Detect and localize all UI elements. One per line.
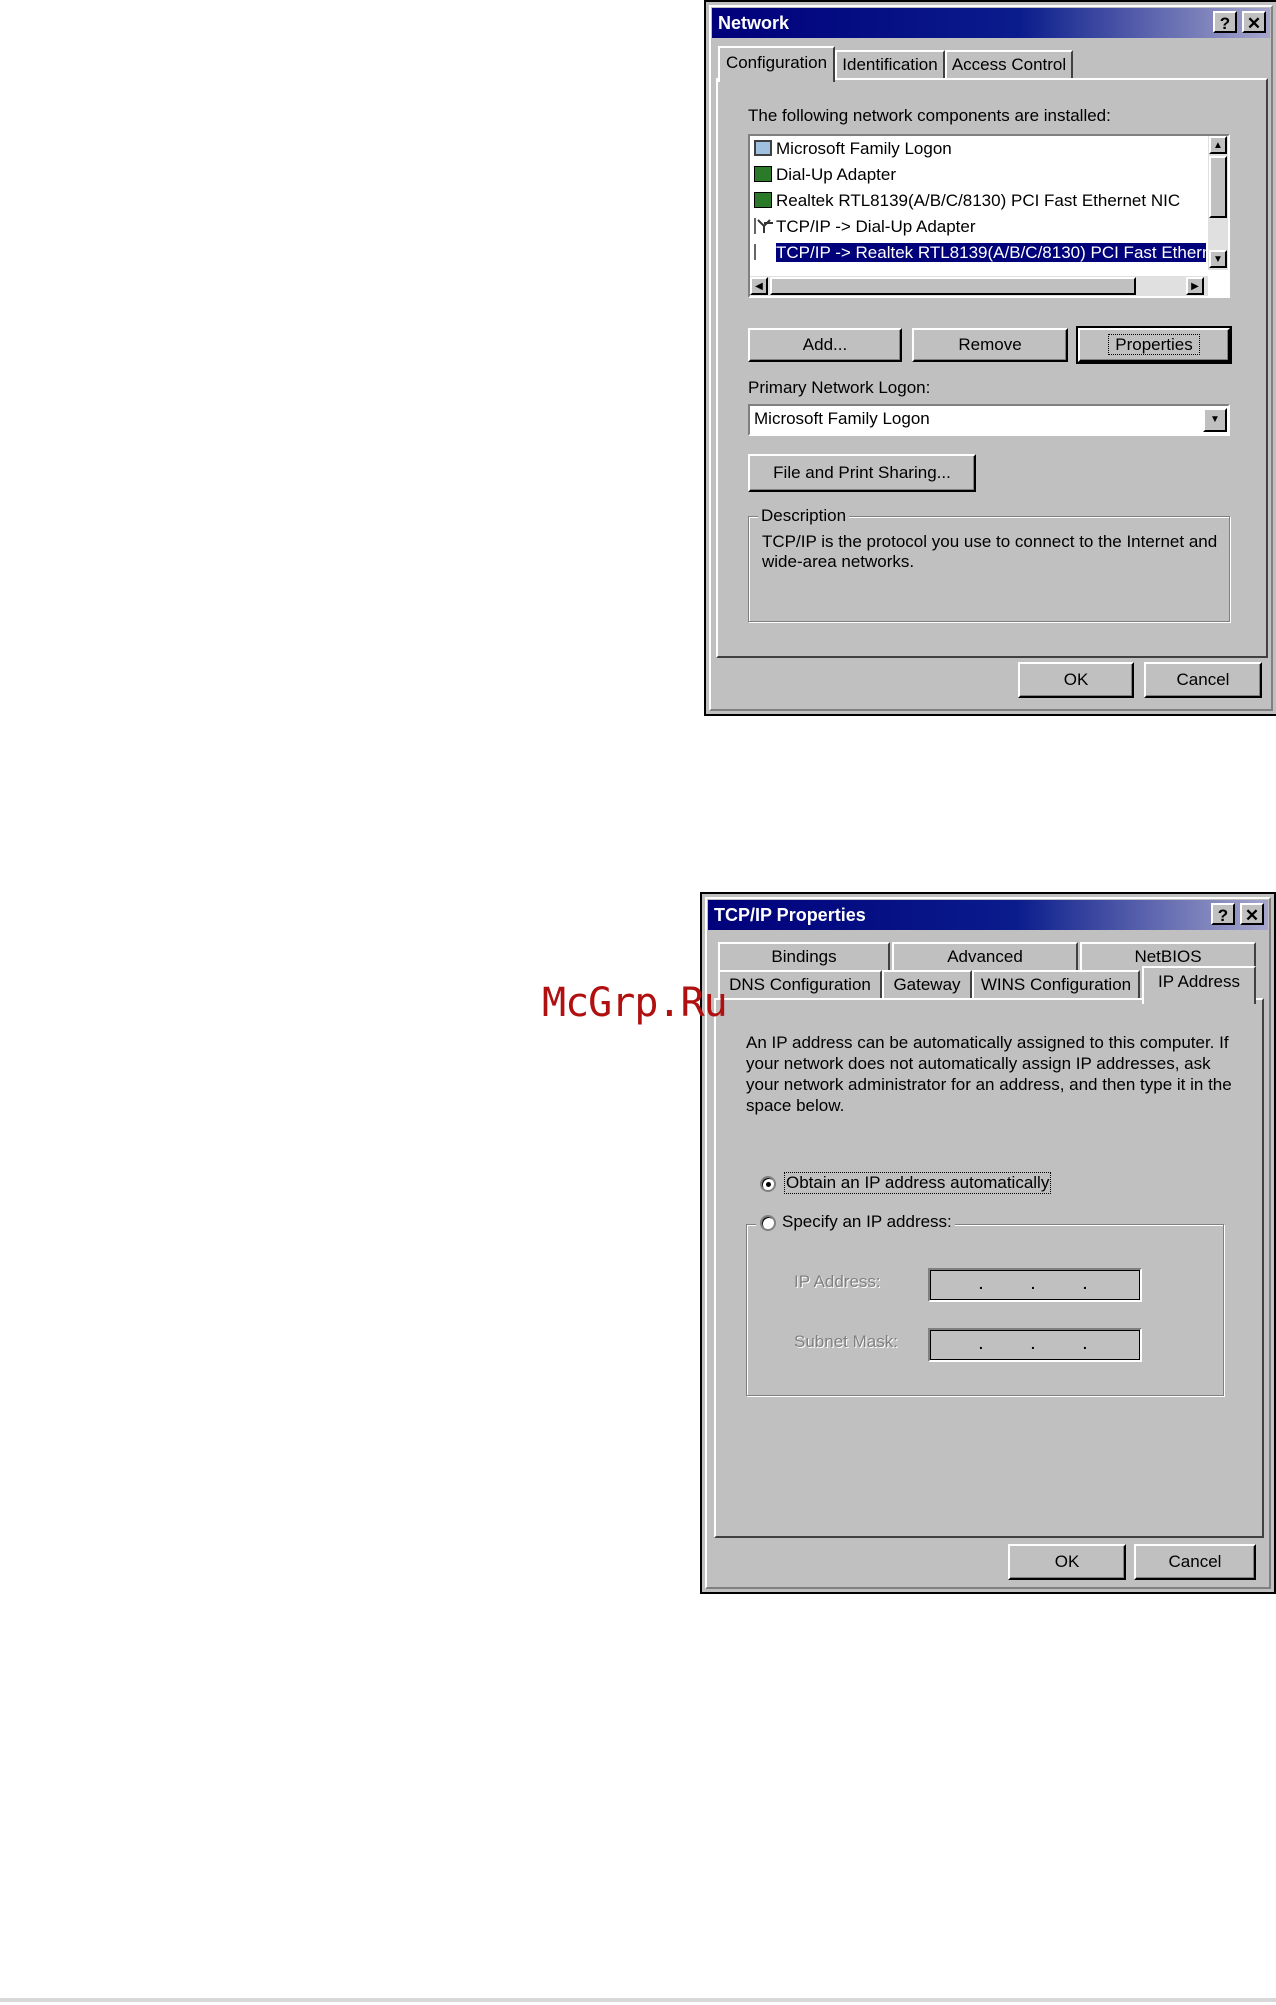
specify-ip-group [746,1224,1224,1396]
description-text: TCP/IP is the protocol you use to connec… [762,532,1218,571]
tab-dns-configuration[interactable]: DNS Configuration [718,970,882,998]
list-item[interactable]: Dial-Up Adapter [752,164,1226,185]
chevron-down-icon[interactable]: ▼ [1203,408,1227,432]
file-print-sharing-button[interactable]: File and Print Sharing... [748,454,976,492]
network-card-icon [754,192,772,208]
add-button[interactable]: Add... [748,328,902,362]
ok-button[interactable]: OK [1018,662,1134,698]
specify-ip-radio[interactable] [760,1215,776,1231]
page-bottom-rule [0,1998,1276,2002]
horizontal-scrollbar[interactable]: ◀ ▶ [750,276,1208,296]
obtain-auto-radio[interactable] [760,1176,776,1192]
scroll-right-icon[interactable]: ▶ [1186,277,1204,295]
subnet-mask-label: Subnet Mask: [794,1332,898,1351]
tcpip-properties-dialog: TCP/IP Properties ? ✕ Bindings Advanced … [700,892,1276,1594]
ok-button[interactable]: OK [1008,1544,1126,1580]
properties-button[interactable]: Properties [1076,326,1232,364]
tab-identification[interactable]: Identification [835,50,945,78]
window-title: Network [718,13,790,33]
tab-ip-address[interactable]: IP Address [1142,966,1256,1004]
cancel-button[interactable]: Cancel [1134,1544,1256,1580]
close-button[interactable]: ✕ [1242,11,1266,33]
ip-address-field: . . . [928,1268,1142,1302]
tab-advanced[interactable]: Advanced [892,942,1078,970]
help-button[interactable]: ? [1211,903,1235,925]
list-item[interactable]: Microsoft Family Logon [752,138,1226,159]
remove-button[interactable]: Remove [912,328,1068,362]
scroll-left-icon[interactable]: ◀ [750,277,768,295]
vertical-scrollbar[interactable]: ▲ ▼ [1208,136,1228,270]
list-item-selected[interactable]: TCP/IP -> Realtek RTL8139(A/B/C/8130) PC… [752,242,1206,263]
protocol-icon [754,218,773,234]
primary-logon-label: Primary Network Logon: [748,378,931,397]
description-legend: Description [758,506,850,526]
close-button[interactable]: ✕ [1240,903,1264,925]
components-list[interactable]: Microsoft Family Logon Dial-Up Adapter R… [748,134,1230,298]
list-item[interactable]: Realtek RTL8139(A/B/C/8130) PCI Fast Eth… [752,190,1226,211]
subnet-mask-field: . . . [928,1328,1142,1362]
help-button[interactable]: ? [1213,11,1237,33]
obtain-auto-label[interactable]: Obtain an IP address automatically [784,1172,1052,1194]
tab-wins-configuration[interactable]: WINS Configuration [972,970,1140,998]
ip-address-label: IP Address: [794,1272,881,1291]
cancel-button[interactable]: Cancel [1144,662,1262,698]
specify-ip-legend[interactable]: Specify an IP address: [756,1212,955,1232]
watermark-text: McGrp.Ru [542,980,728,1026]
network-dialog: Network ? ✕ Configuration Identification… [704,0,1276,716]
tab-access-control[interactable]: Access Control [945,50,1073,78]
title-bar[interactable]: TCP/IP Properties ? ✕ [708,900,1268,930]
scroll-up-icon[interactable]: ▲ [1209,136,1227,154]
intro-text: An IP address can be automatically assig… [746,1033,1232,1115]
tab-bindings[interactable]: Bindings [718,942,890,970]
protocol-icon [754,244,773,260]
title-bar[interactable]: Network ? ✕ [712,8,1270,38]
list-item[interactable]: TCP/IP -> Dial-Up Adapter [752,216,1226,237]
installed-label: The following network components are ins… [748,106,1111,125]
scroll-down-icon[interactable]: ▼ [1209,250,1227,268]
scroll-thumb-horizontal[interactable] [770,277,1136,295]
network-card-icon [754,166,772,182]
tab-configuration[interactable]: Configuration [718,46,835,82]
tab-gateway[interactable]: Gateway [882,970,972,998]
scroll-thumb[interactable] [1209,156,1227,218]
window-title: TCP/IP Properties [714,905,866,925]
primary-logon-select[interactable]: Microsoft Family Logon ▼ [748,404,1230,436]
primary-logon-value: Microsoft Family Logon [754,409,930,428]
computer-icon [754,140,772,156]
